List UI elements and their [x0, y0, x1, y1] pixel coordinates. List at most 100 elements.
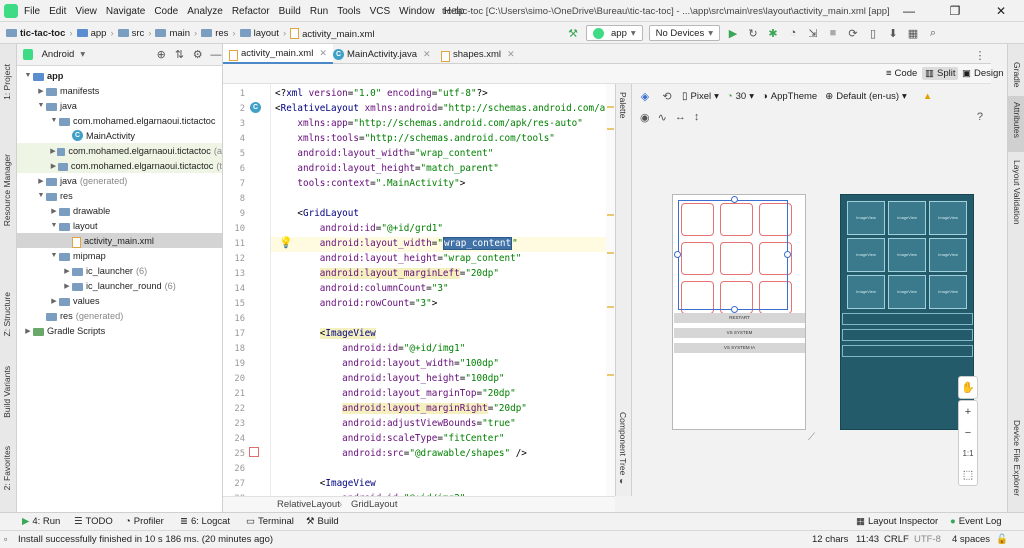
- lightbulb-icon[interactable]: 💡: [279, 236, 293, 249]
- favorites-tool-tab[interactable]: 2: Favorites: [2, 446, 12, 490]
- tree-item[interactable]: ▼ mipmap: [17, 248, 222, 263]
- blueprint-restart-button[interactable]: [842, 313, 973, 325]
- code-line[interactable]: <GridLayout: [275, 208, 359, 219]
- code-line[interactable]: <ImageView: [275, 478, 376, 489]
- menu-edit[interactable]: Edit: [49, 6, 66, 17]
- logcat-tool-tab[interactable]: ≣ 6: Logcat: [180, 516, 230, 527]
- attach-debugger-icon[interactable]: ⇲: [806, 26, 820, 40]
- code-line[interactable]: android:layout_width="wrap_content": [275, 237, 518, 250]
- lock-icon[interactable]: 🔓: [996, 534, 1008, 545]
- chevron-right-icon[interactable]: ▶: [23, 327, 33, 335]
- menu-vcs[interactable]: VCS: [370, 6, 391, 17]
- tree-item[interactable]: activity_main.xml: [17, 233, 222, 248]
- menu-tools[interactable]: Tools: [337, 6, 360, 17]
- todo-tool-tab[interactable]: ☰ TODO: [74, 516, 113, 527]
- tab-mainactivity-java[interactable]: C MainActivity.java ✕: [327, 44, 437, 64]
- tree-item[interactable]: ▶ com.mohamed.elgarnaoui.tictactoc (a: [17, 143, 222, 158]
- minimize-icon[interactable]: —: [886, 0, 932, 22]
- close-tab-icon[interactable]: ✕: [423, 49, 431, 60]
- pan-control[interactable]: ✋: [958, 376, 978, 399]
- layout-inspector-icon[interactable]: ▦: [906, 26, 920, 40]
- breadcrumb-item[interactable]: layout: [239, 28, 279, 39]
- orientation-icon[interactable]: ⟲: [660, 89, 674, 103]
- code-line[interactable]: <RelativeLayout xmlns:android="http://sc…: [275, 103, 615, 114]
- blueprint-image-view[interactable]: ImageView: [847, 201, 885, 235]
- code-line[interactable]: xmlns:tools="http://schemas.android.com/…: [275, 133, 555, 144]
- blueprint-image-view[interactable]: ImageView: [847, 238, 885, 272]
- warning-marker[interactable]: [607, 252, 614, 254]
- code-view-button[interactable]: ≡ Code: [883, 67, 920, 80]
- code-line[interactable]: android:columnCount="3": [275, 283, 449, 294]
- chevron-right-icon[interactable]: ▶: [36, 177, 46, 185]
- run-icon[interactable]: ▶: [726, 26, 740, 40]
- zoom-actual-size[interactable]: 1:1: [959, 443, 977, 464]
- run-tool-tab[interactable]: ▶ 4: Run: [22, 516, 60, 527]
- code-line[interactable]: android:src="@drawable/shapes" />: [275, 448, 527, 459]
- profile-icon[interactable]: ◔: [786, 26, 800, 40]
- tree-item[interactable]: ▶ java (generated): [17, 173, 222, 188]
- chevron-right-icon[interactable]: ▶: [49, 297, 59, 305]
- chevron-down-icon[interactable]: ▼: [36, 192, 46, 199]
- resize-handle[interactable]: [784, 251, 791, 258]
- close-tab-icon[interactable]: ✕: [319, 48, 327, 59]
- code-line[interactable]: android:layout_height="100dp": [275, 373, 504, 384]
- avd-manager-icon[interactable]: ▯: [866, 26, 880, 40]
- blueprint-image-view[interactable]: ImageView: [847, 275, 885, 309]
- breadcrumb-item[interactable]: activity_main.xml: [290, 26, 374, 40]
- tree-item[interactable]: res (generated): [17, 308, 222, 323]
- resize-corner-icon[interactable]: ⟋: [808, 432, 815, 443]
- code-line[interactable]: tools:context=".MainActivity">: [275, 178, 465, 189]
- layout-validation-tool-tab[interactable]: Layout Validation: [1012, 160, 1022, 225]
- tree-item[interactable]: ▶ com.mohamed.elgarnaoui.tictactoc (t: [17, 158, 222, 173]
- tree-item[interactable]: ▶ values: [17, 293, 222, 308]
- code-line[interactable]: xmlns:app="http://schemas.android.com/ap…: [275, 118, 582, 129]
- tree-item[interactable]: ▶ manifests: [17, 83, 222, 98]
- search-icon[interactable]: ⌕: [926, 26, 940, 40]
- chevron-right-icon[interactable]: ▶: [49, 207, 59, 215]
- code-line[interactable]: android:layout_width="wrap_content": [275, 148, 493, 159]
- apply-changes-icon[interactable]: ↻: [746, 26, 760, 40]
- refresh-icon[interactable]: ◐: [619, 476, 625, 487]
- chevron-down-icon[interactable]: ▼: [49, 222, 59, 229]
- code-line[interactable]: android:layout_marginRight="20dp": [275, 403, 527, 414]
- layers-icon[interactable]: ◈: [638, 89, 652, 103]
- pan-hand-icon[interactable]: ✋: [959, 377, 977, 398]
- code-line[interactable]: android:layout_marginLeft="20dp": [275, 268, 499, 279]
- menu-analyze[interactable]: Analyze: [187, 6, 223, 17]
- warning-marker[interactable]: [607, 374, 614, 376]
- palette-tab[interactable]: Palette: [618, 92, 628, 118]
- blueprint-vs-system-button[interactable]: [842, 329, 973, 341]
- project-tool-tab[interactable]: 1: Project: [2, 64, 12, 100]
- tab-overflow-icon[interactable]: ⋮: [973, 48, 987, 62]
- resize-handle[interactable]: [731, 306, 738, 313]
- code-line[interactable]: android:rowCount="3">: [275, 298, 438, 309]
- sdk-manager-icon[interactable]: ⬇: [886, 26, 900, 40]
- locale-select[interactable]: ⊕ Default (en-us) ▾: [825, 91, 907, 102]
- tree-item[interactable]: ▼ com.mohamed.elgarnaoui.tictactoc: [17, 113, 222, 128]
- tree-item[interactable]: ▼ java: [17, 98, 222, 113]
- status-message[interactable]: Install successfully finished in 10 s 18…: [18, 534, 273, 545]
- code-line[interactable]: android:layout_height="wrap_content": [275, 253, 522, 264]
- chevron-right-icon[interactable]: ▶: [62, 282, 72, 290]
- design-view-button[interactable]: ▣ Design: [959, 67, 1007, 80]
- chevron-right-icon[interactable]: ▶: [49, 162, 58, 170]
- vs-system-ia-button-preview[interactable]: VS SYSTEM IA: [674, 343, 805, 353]
- menu-run[interactable]: Run: [310, 6, 328, 17]
- sync-gradle-icon[interactable]: ⟳: [846, 26, 860, 40]
- device-select[interactable]: ▯ Pixel ▾: [682, 91, 719, 102]
- device-file-explorer-tool-tab[interactable]: Device File Explorer: [1012, 420, 1022, 496]
- tab-shapes-xml[interactable]: shapes.xml ✕: [435, 44, 521, 64]
- layout-inspector-tool-tab[interactable]: ▦ Layout Inspector: [856, 516, 938, 527]
- theme-select[interactable]: ◑ AppTheme: [762, 91, 817, 102]
- zoom-in-icon[interactable]: +: [959, 401, 977, 422]
- tree-item[interactable]: ▶ drawable: [17, 203, 222, 218]
- status-toggle-icon[interactable]: ▫: [4, 534, 7, 544]
- resize-handle[interactable]: [731, 196, 738, 203]
- menu-code[interactable]: Code: [154, 6, 178, 17]
- tree-item[interactable]: ▶ ic_launcher_round (6): [17, 278, 222, 293]
- attributes-tool-tab[interactable]: Attributes: [1012, 102, 1022, 138]
- build-tool-tab[interactable]: ⚒ Build: [306, 516, 339, 527]
- blueprint-image-view[interactable]: ImageView: [888, 238, 926, 272]
- breadcrumb-item[interactable]: res: [201, 28, 228, 39]
- code-line[interactable]: android:id="@+id/grd1": [275, 223, 443, 234]
